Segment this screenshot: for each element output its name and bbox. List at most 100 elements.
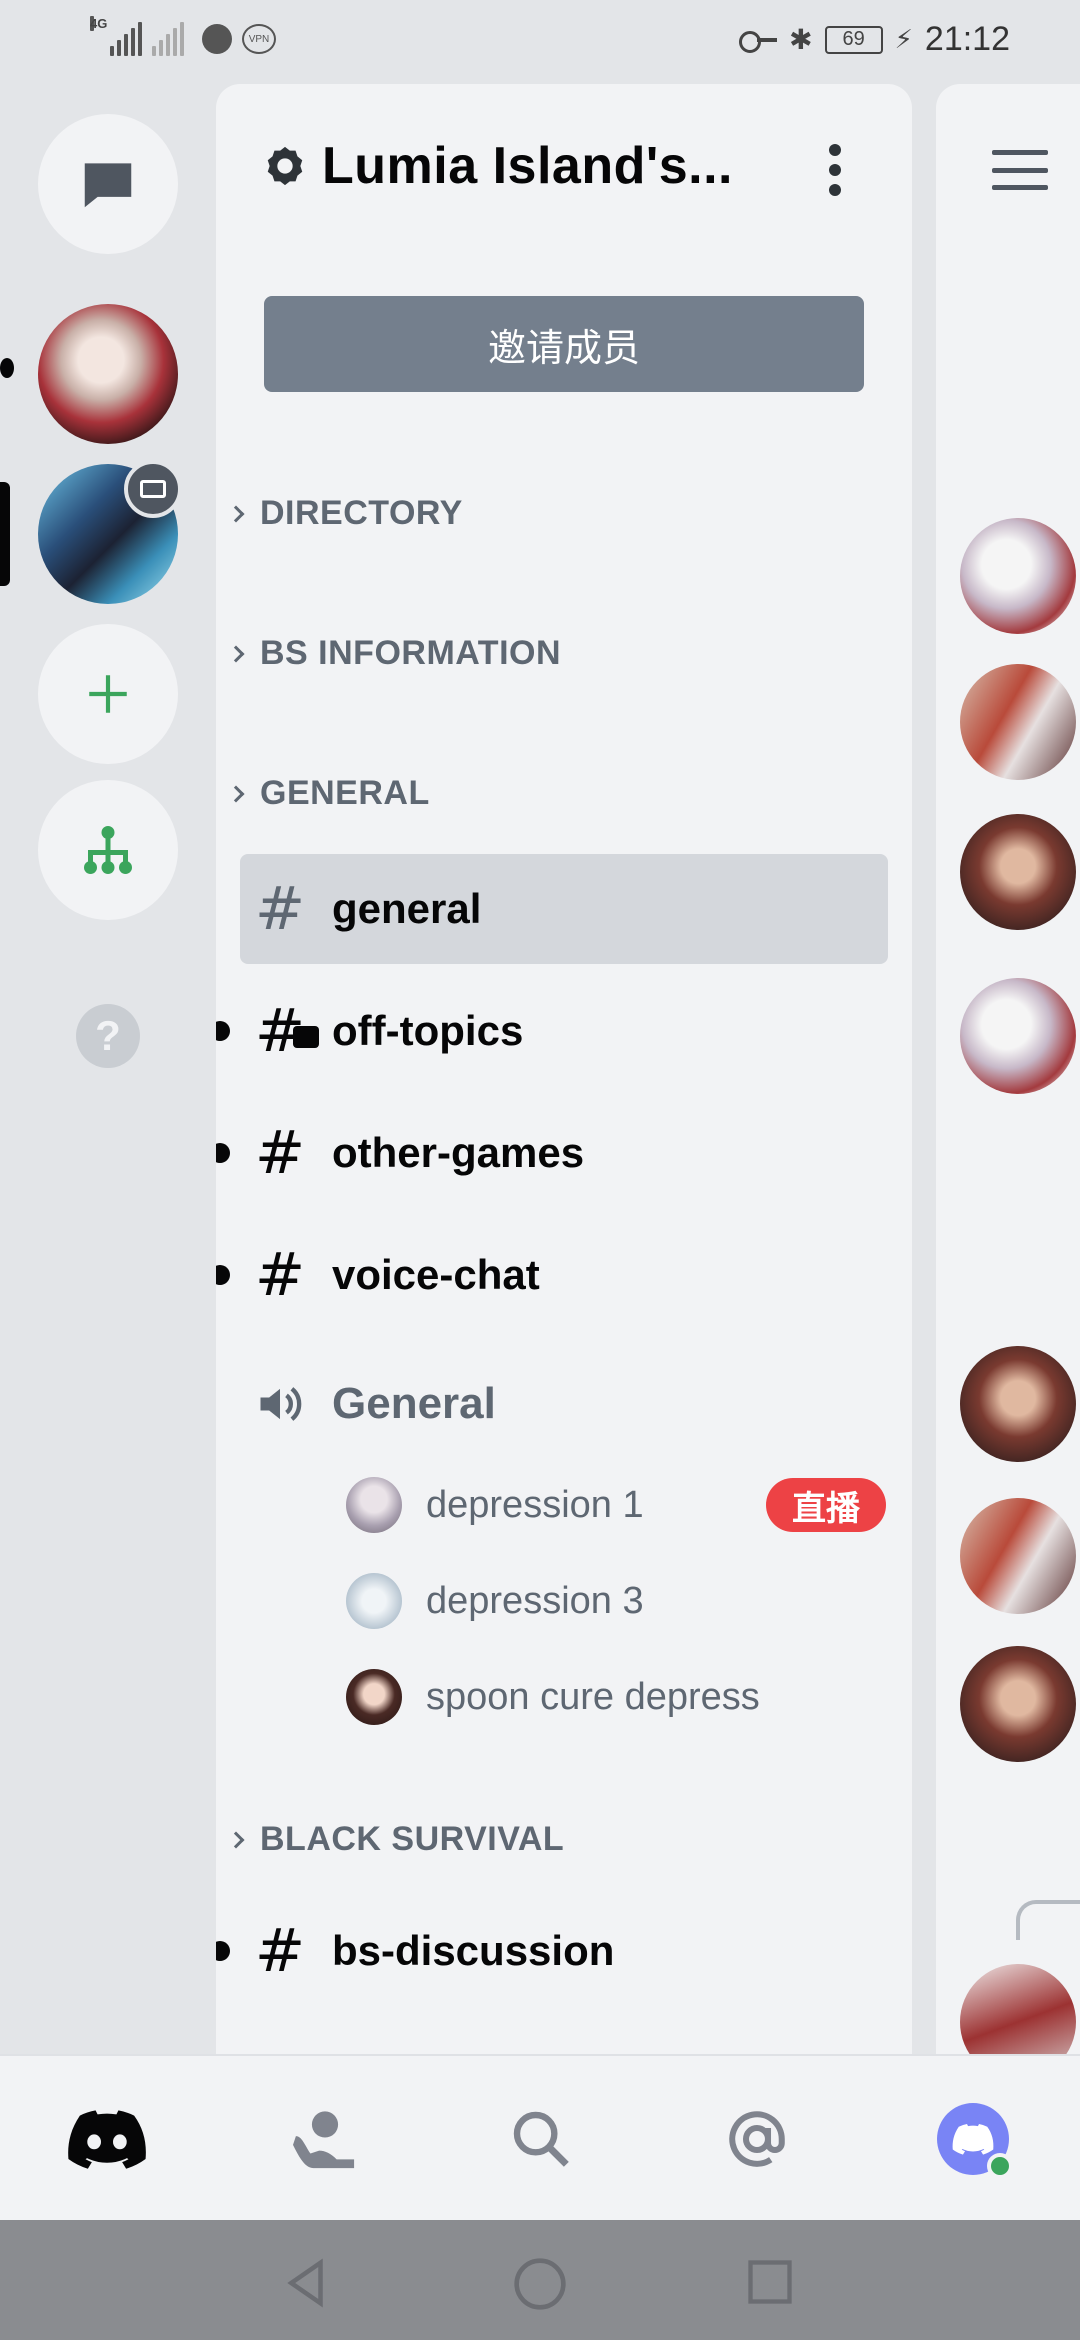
avatar (960, 1964, 1076, 2054)
voice-user[interactable]: spoon cure depress (346, 1662, 886, 1732)
home-tab[interactable] (62, 2094, 152, 2184)
unread-indicator (0, 358, 14, 378)
profile-tab[interactable] (928, 2094, 1018, 2184)
voice-user-name: spoon cure depress (426, 1675, 760, 1718)
avatar (346, 1477, 402, 1533)
back-icon[interactable] (280, 2256, 334, 2310)
unread-indicator (216, 1941, 230, 1961)
cellular-signal-icon: 4G (90, 16, 142, 56)
direct-messages-button[interactable] (38, 114, 178, 254)
selected-server-indicator (0, 482, 10, 586)
invite-members-button[interactable]: 邀请成员 (264, 296, 864, 392)
text-channel-icon: # (254, 874, 306, 944)
avatar (960, 518, 1076, 634)
text-channel-icon: # (254, 1240, 306, 1310)
server-name: Lumia Island's... (322, 137, 733, 195)
search-tab[interactable] (496, 2094, 586, 2184)
friends-icon (293, 2111, 355, 2169)
discord-home-icon (68, 2110, 146, 2169)
channel-name: voice-chat (332, 1251, 540, 1298)
charging-icon: ⚡ (894, 24, 913, 54)
battery-level: 69 (842, 28, 865, 50)
channel-bs-discussion[interactable]: # bs-discussion (216, 1896, 888, 2006)
avatar (960, 1346, 1076, 1462)
system-navigation-bar (0, 2220, 1080, 2340)
category-general[interactable]: GENERAL (227, 774, 430, 813)
voice-user-name: depression 1 (426, 1483, 644, 1526)
hamburger-menu-icon[interactable] (992, 150, 1048, 190)
server-header[interactable]: Lumia Island's... (262, 136, 733, 196)
avatar (960, 664, 1076, 780)
category-directory[interactable]: DIRECTORY (227, 494, 463, 533)
avatar (960, 814, 1076, 930)
unread-indicator (216, 1143, 230, 1163)
server-settings-icon (267, 146, 303, 186)
bottom-navigation (0, 2054, 1080, 2220)
friends-tab[interactable] (280, 2094, 370, 2184)
category-bs-information[interactable]: BS INFORMATION (227, 634, 562, 673)
thread-icon (293, 1026, 319, 1048)
channel-name: general (332, 885, 482, 932)
channel-name: off-topics (332, 1007, 524, 1054)
category-label: BS INFORMATION (260, 634, 562, 672)
channel-general[interactable]: # general (240, 854, 888, 964)
home-icon[interactable] (512, 2256, 568, 2312)
help-icon[interactable]: ? (76, 1004, 140, 1068)
speaker-icon (240, 1378, 320, 1430)
online-status-indicator (987, 2153, 1013, 2179)
unread-indicator (216, 1265, 230, 1285)
chat-panel-peek[interactable] (936, 84, 1080, 2054)
server-rail: ? (0, 84, 216, 2054)
avatar (346, 1669, 402, 1725)
avatar (960, 978, 1076, 1094)
bluetooth-icon: ✱ (789, 24, 813, 55)
server-icon-1[interactable] (38, 304, 178, 444)
chevron-right-icon (227, 505, 245, 522)
category-label: BLACK SURVIVAL (260, 1820, 565, 1858)
channel-other-games[interactable]: # other-games (216, 1098, 888, 1208)
direct-messages-icon (84, 163, 132, 208)
voice-user[interactable]: depression 1 直播 (346, 1470, 886, 1540)
voice-channel-name: General (332, 1379, 496, 1428)
key-icon (739, 30, 778, 53)
profile-avatar (937, 2103, 1013, 2179)
channel-off-topics[interactable]: # off-topics (216, 976, 888, 1086)
channel-name: other-games (332, 1129, 585, 1176)
avatar (346, 1573, 402, 1629)
voice-channel-general[interactable]: General (240, 1354, 496, 1454)
screen-share-icon (124, 460, 182, 518)
more-options-icon[interactable] (828, 144, 842, 196)
channel-list-panel: Lumia Island's... 邀请成员 DIRECTORY BS INFO… (216, 84, 912, 2054)
vpn-label: VPN (248, 33, 270, 45)
avatar (960, 1646, 1076, 1762)
channel-voice-chat[interactable]: # voice-chat (216, 1220, 888, 1330)
chevron-right-icon (227, 645, 245, 662)
voice-user-name: depression 3 (426, 1579, 644, 1622)
mentions-tab[interactable] (712, 2094, 802, 2184)
mentions-icon (729, 2111, 785, 2167)
text-channel-icon: # (254, 1118, 306, 1188)
discord-logo-icon (952, 2124, 994, 2155)
network-type-label: 4G (90, 16, 108, 31)
search-icon (513, 2111, 569, 2167)
recents-icon[interactable] (744, 2256, 796, 2308)
battery-icon: 69 (824, 25, 883, 54)
category-black-survival[interactable]: BLACK SURVIVAL (227, 1820, 565, 1859)
vpn-icon: VPN (242, 24, 276, 54)
channel-name: bs-discussion (332, 1927, 615, 1974)
avatar (960, 1498, 1076, 1614)
text-channel-icon: # (254, 1916, 306, 1986)
voice-user[interactable]: depression 3 (346, 1566, 886, 1636)
cellular-signal-2-icon (152, 22, 184, 56)
add-server-icon (89, 675, 127, 713)
clock: 21:12 (924, 20, 1010, 58)
live-badge[interactable]: 直播 (766, 1478, 886, 1532)
reply-connector (1016, 1900, 1080, 1940)
explore-servers-button[interactable] (38, 780, 178, 920)
unread-indicator (216, 1021, 230, 1041)
globe-icon (202, 24, 232, 54)
chevron-right-icon (227, 1831, 245, 1848)
explore-servers-icon (84, 826, 132, 874)
status-bar: 4G VPN ✱ 69 ⚡ 21:12 (0, 0, 1080, 84)
add-server-button[interactable] (38, 624, 178, 764)
